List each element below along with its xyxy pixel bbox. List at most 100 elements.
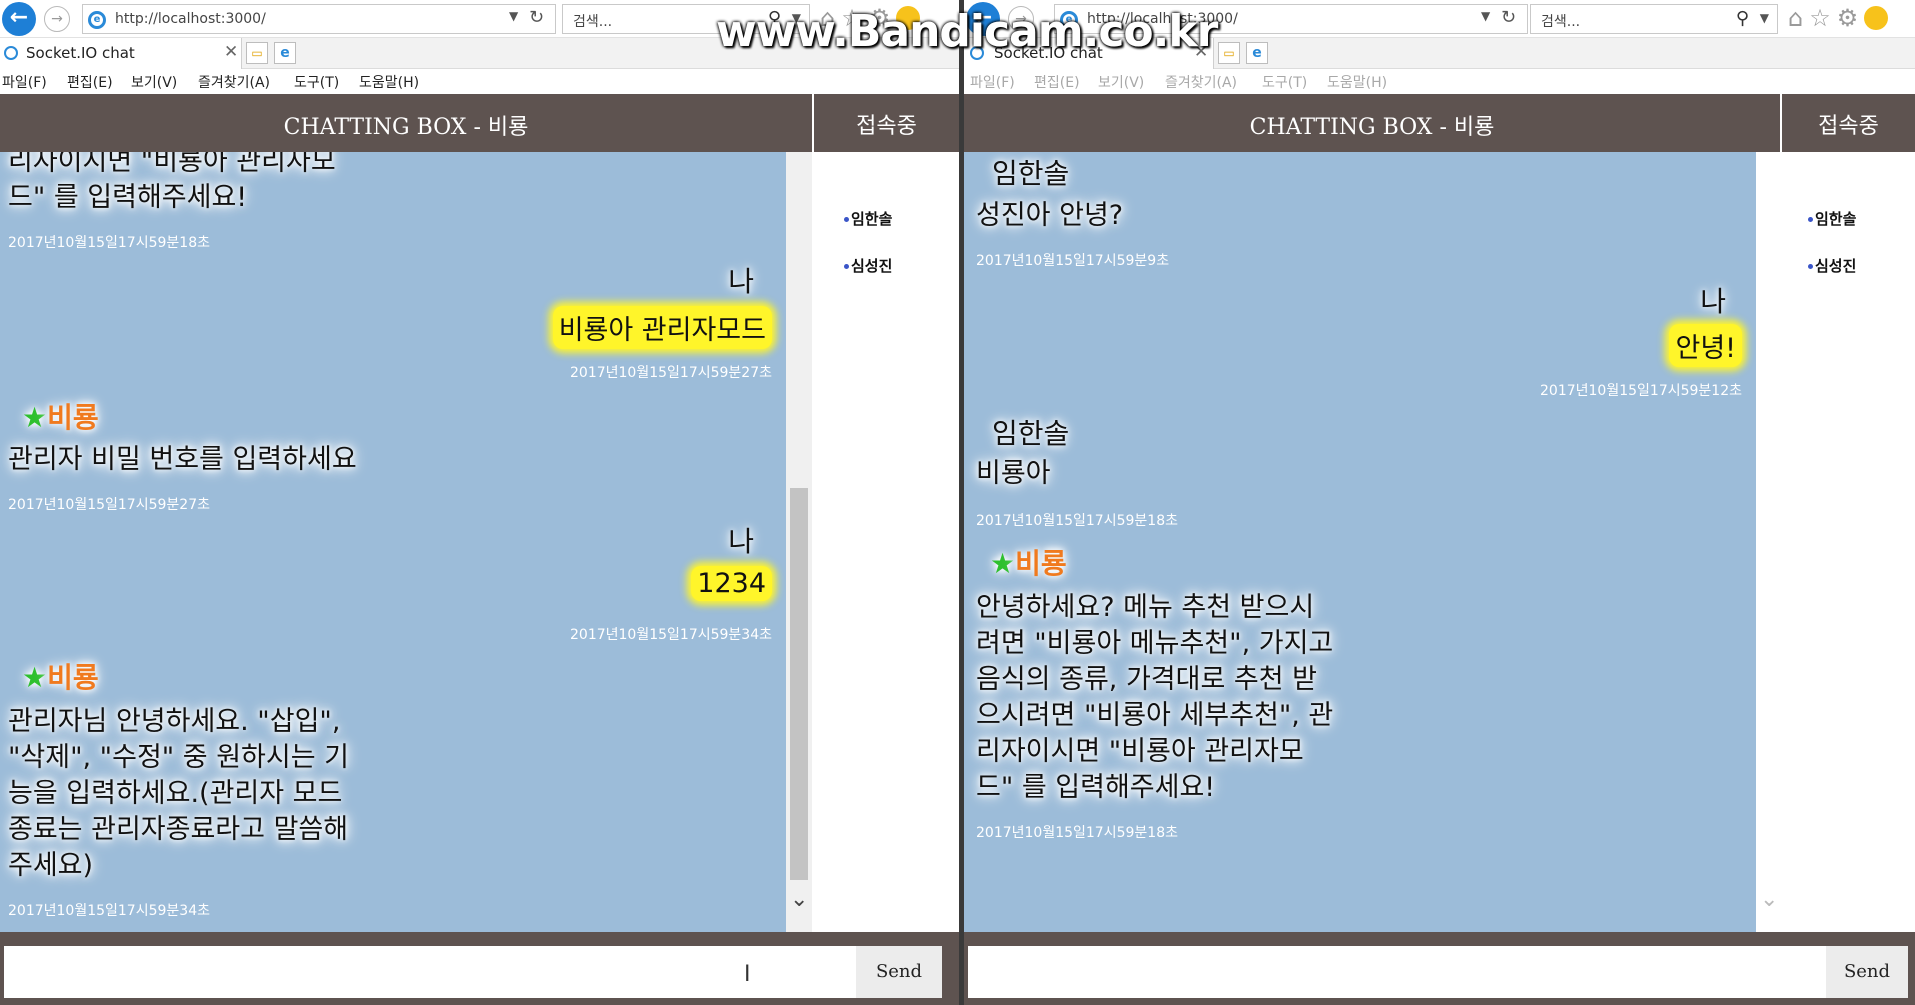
message-timestamp: 2017년10월15일17시59분27초 [8,497,210,513]
message-text: 주세요) [8,850,94,881]
menu-favorites[interactable]: 즐겨찾기(A) [198,72,270,92]
search-placeholder: 검색... [573,14,613,30]
message-timestamp: 2017년10월15일17시59분34초 [8,903,210,919]
menu-help[interactable]: 도움말(H) [1327,72,1387,92]
chat-area[interactable]: 임한솔 성진아 안녕? 2017년10월15일17시59분9초 나 안녕! 20… [964,152,1756,932]
user-item: 심성진 [844,255,892,276]
message-text: 려면 "비룡아 메뉴추천", 가지고 [976,628,1334,659]
message-timestamp: 2017년10월15일17시59분12초 [1540,383,1742,399]
page-title: CHATTING BOX - 비룡 [283,115,529,140]
sender-label: 임한솔 [992,157,1070,190]
menu-help[interactable]: 도움말(H) [359,72,419,92]
input-bar: Send [964,932,1915,1005]
back-button[interactable]: ← [2,2,36,36]
close-icon[interactable]: ✕ [224,42,238,62]
users-list: 임한솔 심성진 [812,152,959,932]
tab-title: Socket.IO chat [26,44,135,62]
chevron-down-icon[interactable]: ⌄ [790,887,808,912]
my-sender-label: 나 [728,525,754,558]
ie-tab-button[interactable]: e [1246,42,1268,64]
bot-sender-label: ★비룡 [990,542,1067,582]
menu-favorites[interactable]: 즐겨찾기(A) [1165,72,1237,92]
my-message-bubble: 1234 [691,566,772,601]
tab-socketio-chat[interactable]: Socket.IO chat ✕ [0,38,242,69]
menu-edit[interactable]: 편집(E) [1034,72,1080,92]
my-sender-label: 나 [728,265,754,298]
users-header: 접속중 [814,94,959,152]
message-text: 드" 를 입력해주세요! [8,182,248,213]
users-title: 접속중 [1818,114,1879,139]
chevron-down-icon[interactable]: ▼ [1481,9,1490,23]
message-text: 으시려면 "비룡아 세부추천", 관 [976,700,1334,731]
chevron-down-icon[interactable]: ▼ [1760,11,1769,25]
menu-view[interactable]: 보기(V) [1098,72,1144,92]
message-timestamp: 2017년10월15일17시59분34초 [570,627,772,643]
home-icon[interactable]: ⌂ [1788,4,1809,32]
gear-icon[interactable]: ⚙ [1837,4,1865,32]
menu-tools[interactable]: 도구(T) [294,72,339,92]
menu-file[interactable]: 파일(F) [2,72,47,92]
page-title: CHATTING BOX - 비룡 [1249,115,1495,140]
menu-bar: 파일(F) 편집(E) 보기(V) 즐겨찾기(A) 도구(T) 도움말(H) [0,69,959,93]
forward-button[interactable]: → [44,6,70,32]
menu-tools[interactable]: 도구(T) [1262,72,1307,92]
message-timestamp: 2017년10월15일17시59분27초 [570,365,772,381]
message-text: 음식의 종류, 가격대로 추천 받 [976,664,1317,695]
user-item: 임한솔 [1808,208,1856,229]
message-text: 관리자님 안녕하세요. "삽입", [8,706,341,737]
watermark: www.Bandicam.co.kr [716,6,1218,57]
message-input[interactable] [968,946,1828,998]
url-field[interactable]: e http://localhost:3000/ ▼ ↻ [82,4,556,34]
new-tab-button[interactable]: ▭ [246,42,268,64]
message-text: 성진아 안녕? [976,200,1124,231]
chat-scrollbar[interactable]: ⌄ [786,152,812,932]
message-text: 리자이시면 "비룡아 관리자모 [976,736,1304,767]
star-icon: ★ [22,401,48,434]
bot-name: 비룡 [1015,547,1067,580]
input-bar: I Send [0,932,959,1005]
message-timestamp: 2017년10월15일17시59분18초 [976,825,1178,841]
search-input[interactable]: 검색... ⚲ ▼ [1530,4,1778,34]
ie-tab-button[interactable]: e [274,42,296,64]
new-tab-button[interactable]: ▭ [1218,42,1240,64]
toolbar-icons: ⌂☆⚙ [1788,4,1889,32]
message-text: 관리자 비밀 번호를 입력하세요 [8,444,357,475]
message-timestamp: 2017년10월15일17시59분9초 [976,253,1170,269]
chevron-down-icon[interactable]: ⌄ [1760,887,1778,912]
message-text: 드" 를 입력해주세요! [976,772,1216,803]
scrollbar-thumb[interactable] [790,488,808,880]
bot-name: 비룡 [47,661,99,694]
send-button[interactable]: Send [856,946,942,998]
chevron-down-icon[interactable]: ▼ [509,9,518,23]
text-cursor-icon: I [744,962,751,987]
user-item: 임한솔 [844,208,892,229]
search-icon[interactable]: ⚲ [1736,8,1749,29]
users-header: 접속중 [1782,94,1915,152]
menu-edit[interactable]: 편집(E) [67,72,113,92]
star-icon[interactable]: ☆ [1809,4,1837,32]
smiley-icon[interactable] [1864,6,1889,30]
message-timestamp: 2017년10월15일17시59분18초 [976,513,1178,529]
chat-header: CHATTING BOX - 비룡 [964,94,1780,152]
user-item: 심성진 [1808,255,1856,276]
message-input[interactable] [4,946,856,998]
menu-view[interactable]: 보기(V) [131,72,177,92]
star-icon: ★ [22,661,48,694]
menu-bar: 파일(F) 편집(E) 보기(V) 즐겨찾기(A) 도구(T) 도움말(H) [964,69,1915,93]
chat-header: CHATTING BOX - 비룡 [0,94,812,152]
refresh-icon[interactable]: ↻ [529,7,544,28]
browser-window-right: ← → e http://localhost:3000/ ▼ ↻ 검색... ⚲… [964,0,1915,1005]
refresh-icon[interactable]: ↻ [1501,7,1516,28]
send-button[interactable]: Send [1826,946,1908,998]
message-text: 리자이시면 "비룡아 관리자모 [8,152,336,177]
menu-file[interactable]: 파일(F) [970,72,1015,92]
chat-area[interactable]: 리자이시면 "비룡아 관리자모 드" 를 입력해주세요! 2017년10월15일… [0,152,786,932]
ie-icon: e [88,11,106,29]
my-message-bubble: 비룡아 관리자모드 [552,306,772,349]
chat-scrollbar[interactable]: ⌄ [1756,152,1782,932]
message-text: "삭제", "수정" 중 원하시는 기 [8,742,349,773]
url-text: http://localhost:3000/ [115,11,266,27]
message-text: 능을 입력하세요.(관리자 모드 [8,778,343,809]
bot-sender-label: ★비룡 [22,656,99,696]
message-text: 종료는 관리자종료라고 말씀해 [8,814,349,845]
